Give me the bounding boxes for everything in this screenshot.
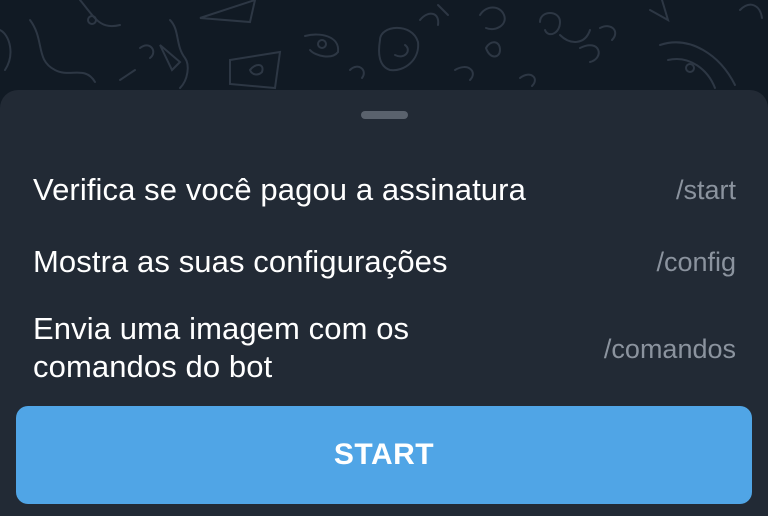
command-item-start[interactable]: Verifica se você pagou a assinatura /sta… <box>0 155 768 225</box>
command-name: /config <box>656 247 736 277</box>
command-description: Verifica se você pagou a assinatura <box>33 172 526 207</box>
command-description: Envia uma imagem com os comandos do bot <box>33 311 410 384</box>
command-item-config[interactable]: Mostra as suas configurações /config <box>0 228 768 298</box>
command-name: /comandos <box>603 334 736 364</box>
start-button[interactable]: START <box>16 406 752 504</box>
command-description: Mostra as suas configurações <box>33 244 448 279</box>
drag-handle[interactable] <box>361 111 408 119</box>
command-name: /start <box>675 175 736 205</box>
